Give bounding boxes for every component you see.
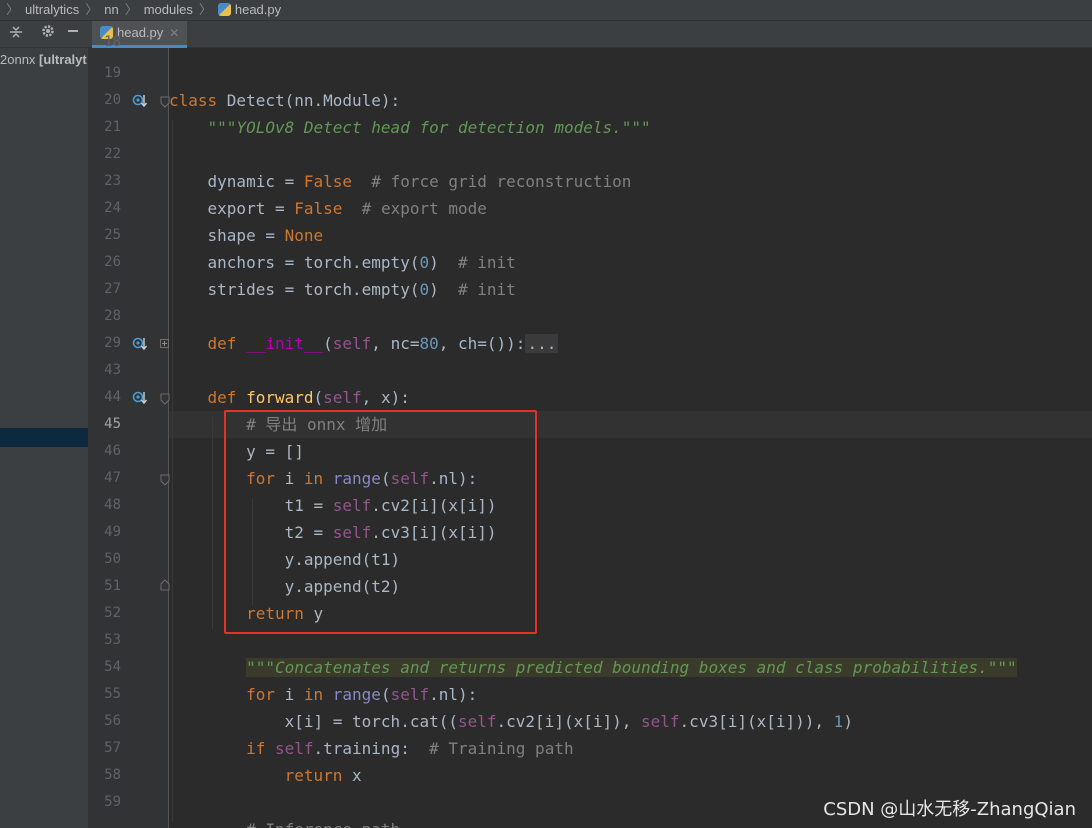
- project-item-root: [ultralyt: [39, 52, 87, 67]
- code-line-27: strides = torch.empty(0) # init: [169, 280, 516, 299]
- breadcrumb-separator: 〉: [6, 2, 20, 17]
- code-line-20: class Detect(nn.Module):: [169, 91, 401, 110]
- editor-gutter: 18 19 20 21 22 23 24 25 26 27 28 29 43 44 45 46 47 48 49 5…: [88, 34, 170, 828]
- code-line-21: """YOLOv8 Detect head for detection mode…: [207, 118, 651, 137]
- line-number: 44: [104, 389, 121, 405]
- line-number: 57: [104, 740, 121, 756]
- code-line-56: x[i] = torch.cat((self.cv2[i](x[i]), sel…: [169, 712, 853, 731]
- code-line-44: def forward(self, x):: [207, 388, 410, 407]
- override-method-icon[interactable]: [132, 336, 148, 352]
- code-line-54: """Concatenates and returns predicted bo…: [246, 658, 1017, 677]
- watermark: CSDN @山水无移-ZhangQian: [823, 799, 1076, 820]
- code-line-26: anchors = torch.empty(0) # init: [169, 253, 516, 272]
- line-number: 18: [104, 34, 121, 50]
- line-number: 43: [104, 362, 121, 378]
- breadcrumb-file-label: head.py: [234, 2, 282, 17]
- code-line-57: if self.training: # Training path: [246, 739, 574, 758]
- code-line-25: shape = None: [169, 226, 324, 245]
- breadcrumb-item[interactable]: ultralytics: [25, 0, 79, 19]
- code-line-51: y.append(t2): [169, 577, 401, 596]
- code-line-52: return y: [246, 604, 324, 623]
- line-number: 56: [104, 713, 121, 729]
- breadcrumb-item[interactable]: nn: [104, 0, 118, 19]
- code-line-46: y = []: [169, 442, 304, 461]
- project-item-name: 2onnx: [0, 52, 40, 67]
- code-line-60-partial: # Inference path: [169, 816, 400, 828]
- line-number: 53: [104, 632, 121, 648]
- project-tree-item[interactable]: 2onnx [ultralyt: [0, 52, 87, 67]
- tab-label: head.py: [117, 25, 164, 40]
- breadcrumb-separator: 〉: [124, 2, 138, 17]
- line-number: 23: [104, 173, 121, 189]
- code-editor[interactable]: class Detect(nn.Module): """YOLOv8 Detec…: [169, 48, 1092, 828]
- project-tree-selected-row[interactable]: [0, 428, 88, 447]
- code-line-24: export = False # export mode: [169, 199, 487, 218]
- line-number: 21: [104, 119, 121, 135]
- editor-tab-bar: head.py ✕: [88, 21, 1092, 48]
- line-number: 24: [104, 200, 121, 216]
- line-number: 19: [104, 65, 121, 81]
- line-number: 29: [104, 335, 121, 351]
- fold-expand-icon[interactable]: [160, 339, 169, 348]
- line-number: 28: [104, 308, 121, 324]
- line-number: 22: [104, 146, 121, 162]
- line-number: 50: [104, 551, 121, 567]
- minimize-icon[interactable]: [64, 24, 82, 42]
- line-number: 52: [104, 605, 121, 621]
- gear-icon[interactable]: [39, 24, 57, 42]
- line-number: 55: [104, 686, 121, 702]
- code-line-23: dynamic = False # force grid reconstruct…: [169, 172, 632, 191]
- line-number: 25: [104, 227, 121, 243]
- close-icon[interactable]: ✕: [169, 26, 179, 40]
- code-line-29: def __init__(self, nc=80, ch=()):...: [207, 334, 559, 353]
- line-number: 48: [104, 497, 121, 513]
- line-number: 27: [104, 281, 121, 297]
- code-line-48: t1 = self.cv2[i](x[i]): [169, 496, 497, 515]
- line-number: 45: [104, 416, 121, 432]
- code-line-50: y.append(t1): [169, 550, 401, 569]
- code-line-49: t2 = self.cv3[i](x[i]): [169, 523, 497, 542]
- line-number: 20: [104, 92, 121, 108]
- code-line-47: for i in range(self.nl):: [246, 469, 478, 488]
- line-number: 26: [104, 254, 121, 270]
- line-number: 47: [104, 470, 121, 486]
- line-number: 54: [104, 659, 121, 675]
- code-line-55: for i in range(self.nl):: [246, 685, 478, 704]
- python-file-icon: [217, 3, 231, 16]
- breadcrumb-item-file[interactable]: head.py: [217, 0, 282, 19]
- breadcrumb-separator: 〉: [198, 2, 212, 17]
- line-number: 58: [104, 767, 121, 783]
- code-line-58: return x: [284, 766, 362, 785]
- override-method-icon[interactable]: [132, 93, 148, 109]
- override-method-icon[interactable]: [132, 390, 148, 406]
- collapse-all-icon[interactable]: [7, 24, 25, 42]
- breadcrumb-item[interactable]: modules: [144, 0, 193, 19]
- line-number: 59: [104, 794, 121, 810]
- line-number: 49: [104, 524, 121, 540]
- project-panel: 2onnx [ultralyt: [0, 48, 88, 828]
- breadcrumb-separator: 〉: [85, 2, 99, 17]
- breadcrumb: 〉 ultralytics 〉 nn 〉 modules 〉 head.py: [0, 0, 1092, 21]
- code-line-45: # 导出 onnx 增加: [246, 415, 388, 434]
- project-toolbar: [0, 21, 88, 48]
- folded-region[interactable]: ...: [525, 334, 559, 353]
- line-number: 46: [104, 443, 121, 459]
- line-number: 51: [104, 578, 121, 594]
